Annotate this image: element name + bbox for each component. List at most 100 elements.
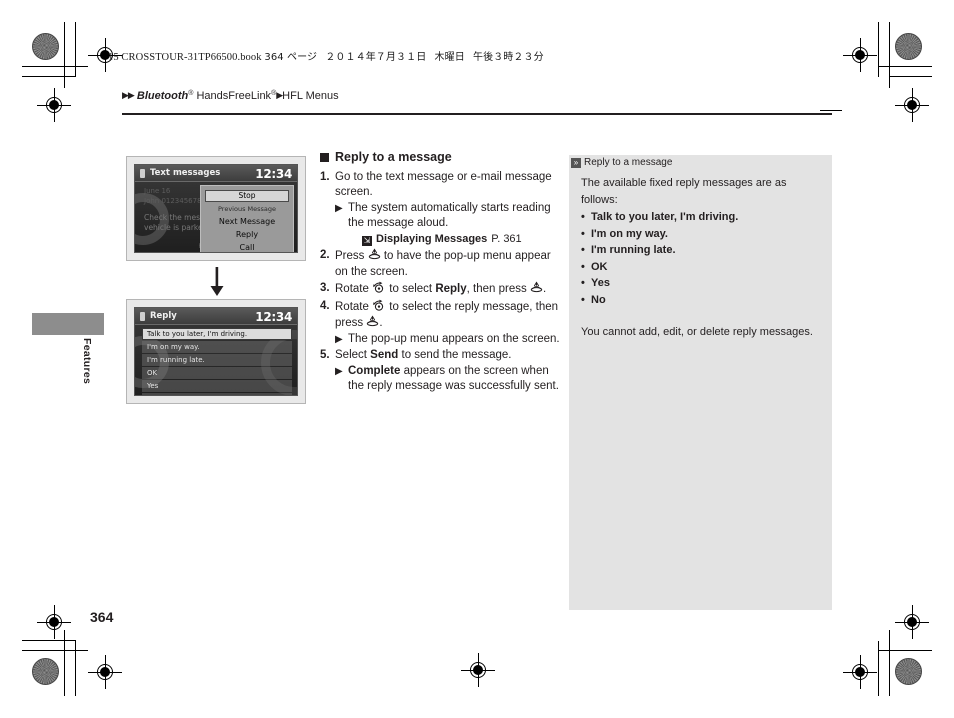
sidebar-list-item: Talk to you later, I'm driving. — [581, 209, 822, 226]
breadcrumb-hfl-menus: HFL Menus — [282, 90, 339, 102]
sidebar-list-item: I'm running late. — [581, 242, 822, 259]
crop-line — [889, 630, 891, 696]
step-text: Go to the text message or e-mail message… — [335, 170, 552, 199]
screen-clock: 12:34 — [255, 309, 292, 324]
reply-list-item[interactable]: OK — [142, 367, 292, 379]
step-1-result: ▶ The system automatically starts readin… — [335, 201, 560, 232]
registration-crosshair — [895, 88, 929, 122]
sidebar-body: The available fixed reply messages are a… — [581, 175, 822, 341]
step-5-pre: Select — [335, 349, 367, 361]
nav-screen-text-messages: Text messages 12:34 June 16 John 0123456… — [134, 164, 298, 253]
reply-list-item[interactable]: Talk to you later, I'm driving. — [142, 328, 292, 340]
step-4-result: ▶ The pop-up menu appears on the screen. — [335, 332, 560, 348]
step-number: 1. — [320, 170, 330, 183]
print-header-page: 364 ページ — [264, 52, 318, 63]
step-2-pre: Press — [335, 250, 365, 262]
press-knob-icon — [530, 281, 543, 294]
jump-arrow-icon: ⇲ — [362, 235, 372, 246]
sidebar-list-item: Yes — [581, 275, 822, 292]
breadcrumb-bluetooth: Bluetooth — [136, 90, 189, 102]
message-icon — [140, 169, 145, 178]
step-3-target: Reply — [435, 283, 467, 295]
result-arrow-icon: ▶ — [335, 365, 343, 377]
popup-item-previous-message[interactable]: Previous Message — [205, 203, 289, 215]
press-knob-icon — [366, 315, 379, 328]
popup-item-next-message[interactable]: Next Message — [205, 216, 289, 228]
page-number: 364 — [90, 609, 114, 625]
step-number: 4. — [320, 299, 330, 312]
crop-line — [22, 640, 76, 642]
step-5-result: ▶ Complete appears on the screen when th… — [335, 364, 560, 395]
step-number: 5. — [320, 349, 330, 361]
reply-message-list[interactable]: Talk to you later, I'm driving. I'm on m… — [142, 328, 292, 395]
registration-crosshair — [843, 655, 877, 689]
rotate-knob-icon — [372, 281, 386, 294]
result-arrow-icon: ▶ — [335, 333, 343, 345]
halftone-dot-bottom-right — [895, 658, 922, 685]
cross-reference[interactable]: ⇲ Displaying Messages P. 361 — [362, 232, 560, 248]
popup-item-reply[interactable]: Reply — [205, 229, 289, 241]
breadcrumb-arrow-icon: ▶▶ — [122, 90, 135, 100]
step-3-post: , then press — [466, 283, 527, 295]
crop-line — [878, 22, 880, 77]
step-5-target: Send — [370, 349, 399, 361]
popup-item-call[interactable]: Call — [205, 242, 289, 252]
screen-clock: 12:34 — [255, 166, 292, 181]
halftone-dot-top-left — [32, 33, 59, 60]
flow-down-arrow-icon — [207, 267, 227, 297]
step-1: 1. Go to the text message or e-mail mess… — [320, 170, 560, 201]
rotate-knob-icon — [372, 299, 386, 312]
step-3-mid: to select — [389, 283, 433, 295]
reply-list-item[interactable]: No — [142, 393, 292, 395]
popup-menu[interactable]: Stop Previous Message Next Message Reply… — [200, 185, 294, 252]
reply-list-item[interactable]: I'm on my way. — [142, 341, 292, 353]
result-arrow-icon: ▶ — [335, 202, 343, 214]
sidebar-message-list: Talk to you later, I'm driving. I'm on m… — [581, 209, 822, 308]
step-5: 5. Select Send to send the message. — [320, 348, 560, 364]
print-header-weekday: 木曜日 — [434, 52, 465, 63]
result-text: The pop-up menu appears on the screen. — [348, 332, 560, 345]
step-3-end: . — [542, 283, 547, 295]
breadcrumb-divider — [122, 113, 832, 115]
print-header-file: 15 CROSSTOUR-31TP66500.book — [108, 52, 262, 63]
section-tab-block — [32, 313, 104, 335]
sidebar-list-item: I'm on my way. — [581, 226, 822, 243]
reply-list-item[interactable]: Yes — [142, 380, 292, 392]
section-tab-label: Features — [81, 338, 93, 385]
sidebar-list-item: OK — [581, 259, 822, 276]
crop-line — [22, 76, 76, 78]
reply-list-item[interactable]: I'm running late. — [142, 354, 292, 366]
note-marker-icon: » — [571, 157, 581, 168]
step-5-result-keyword: Complete — [348, 364, 401, 377]
crop-line — [889, 76, 932, 78]
step-4-pre: Rotate — [335, 300, 369, 313]
step-5-post: to send the message. — [401, 349, 512, 361]
sidebar-heading: » Reply to a message — [571, 157, 672, 168]
step-2: 2. Press to have the pop-up menu appear … — [320, 248, 560, 280]
halftone-dot-bottom-left — [32, 658, 59, 685]
result-text: Complete appears on the screen when the … — [348, 364, 560, 395]
crop-line — [75, 641, 77, 696]
step-text: Press to have the pop-up menu appear on … — [335, 248, 560, 280]
crop-line — [889, 22, 891, 88]
section-heading: Reply to a message — [320, 150, 560, 166]
step-number: 2. — [320, 249, 330, 261]
print-header-date: ２０１４年７月３１日 — [325, 52, 427, 63]
nav-screenshot-bottom: Reply 12:34 Talk to you later, I'm drivi… — [126, 299, 306, 404]
screen-title: Reply — [150, 311, 177, 321]
crop-line — [22, 66, 88, 68]
popup-item-stop[interactable]: Stop — [205, 190, 289, 202]
press-knob-icon — [368, 248, 381, 261]
sidebar-heading-label: Reply to a message — [584, 157, 673, 168]
crop-line — [878, 650, 932, 652]
step-text: Select Send to send the message. — [335, 348, 560, 364]
print-header: 15 CROSSTOUR-31TP66500.book 364 ページ ２０１４… — [108, 48, 544, 63]
print-header-time: 午後３時２３分 — [473, 52, 544, 63]
result-text: The system automatically starts reading … — [348, 201, 551, 230]
sidebar-lead: The available fixed reply messages are a… — [581, 177, 787, 206]
crop-line — [75, 22, 77, 77]
cross-reference-label: Displaying Messages — [376, 232, 488, 245]
nav-screen-reply: Reply 12:34 Talk to you later, I'm drivi… — [134, 307, 298, 396]
cross-reference-page: P. 361 — [491, 232, 522, 245]
breadcrumb: ▶▶ Bluetooth® HandsFreeLink®▶HFL Menus — [122, 90, 339, 102]
